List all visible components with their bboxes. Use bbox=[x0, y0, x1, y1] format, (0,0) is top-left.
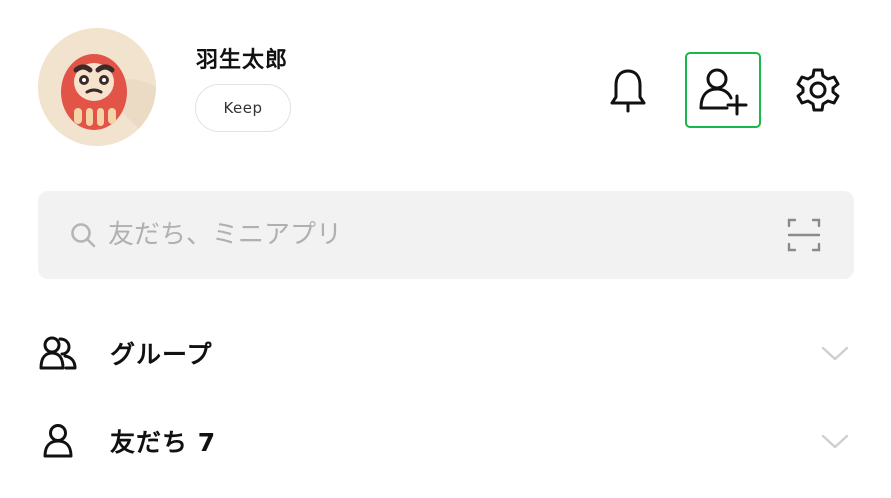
notifications-button[interactable] bbox=[600, 62, 656, 118]
gear-icon bbox=[796, 68, 840, 112]
bell-icon bbox=[610, 69, 646, 113]
keep-button-label: Keep bbox=[223, 99, 263, 117]
search-icon bbox=[71, 223, 96, 248]
friends-label: 友だち 7 bbox=[110, 428, 217, 457]
settings-button[interactable] bbox=[790, 62, 846, 118]
friends-row[interactable]: 友だち 7 bbox=[38, 411, 854, 471]
profile-avatar[interactable] bbox=[38, 28, 156, 146]
friend-icon bbox=[38, 421, 78, 461]
daruma-avatar-icon bbox=[38, 28, 156, 146]
chevron-down-icon[interactable] bbox=[820, 428, 850, 454]
profile-name: 羽生太郎 bbox=[196, 48, 289, 73]
group-icon bbox=[38, 333, 78, 373]
groups-row[interactable]: グループ bbox=[38, 323, 854, 383]
qr-scan-icon[interactable] bbox=[786, 217, 822, 253]
keep-button[interactable]: Keep bbox=[195, 84, 291, 132]
search-input[interactable] bbox=[108, 211, 748, 259]
groups-label: グループ bbox=[110, 340, 213, 369]
add-friend-button[interactable] bbox=[685, 52, 761, 128]
add-friend-icon bbox=[699, 68, 748, 116]
chevron-down-icon[interactable] bbox=[820, 340, 850, 366]
search-bar bbox=[38, 191, 854, 279]
